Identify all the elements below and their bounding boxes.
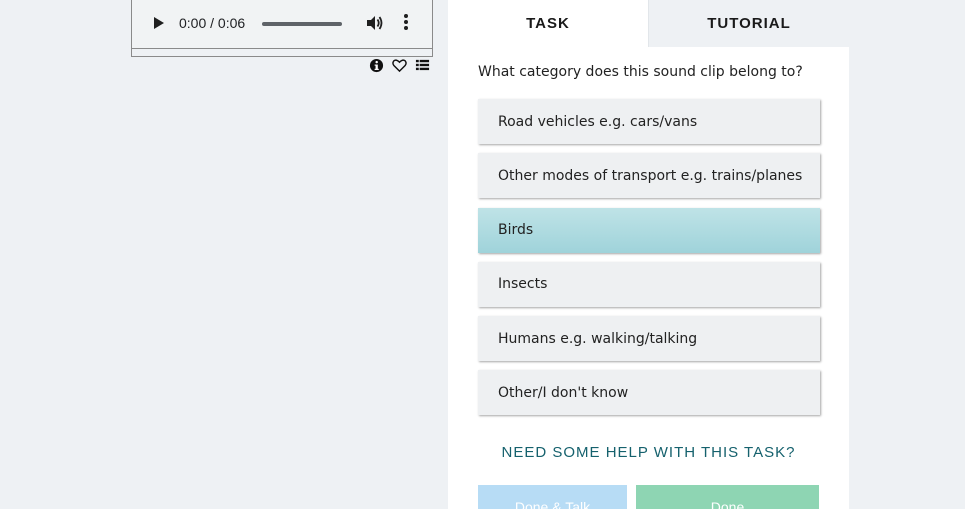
info-icon[interactable] xyxy=(369,58,384,73)
done-button[interactable]: Done xyxy=(636,485,819,509)
audio-player: 0:00 / 0:06 xyxy=(132,0,432,49)
tab-bar: TASK TUTORIAL xyxy=(448,0,849,47)
play-icon[interactable] xyxy=(153,16,165,30)
option-road-vehicles[interactable]: Road vehicles e.g. cars/vans xyxy=(478,99,820,144)
tab-tutorial[interactable]: TUTORIAL xyxy=(648,0,849,47)
audio-time-text: 0:00 / 0:06 xyxy=(179,15,246,31)
heart-icon[interactable] xyxy=(392,58,407,73)
help-link[interactable]: NEED SOME HELP WITH THIS TASK? xyxy=(448,444,849,461)
list-icon[interactable] xyxy=(415,58,430,73)
done-and-talk-button[interactable]: Done & Talk xyxy=(478,485,627,509)
option-birds[interactable]: Birds xyxy=(478,207,820,253)
volume-icon[interactable] xyxy=(365,14,383,32)
option-other-dont-know[interactable]: Other/I don't know xyxy=(478,370,820,416)
audio-time: 0:00 / 0:06 xyxy=(179,15,245,31)
option-other-transport[interactable]: Other modes of transport e.g. trains/pla… xyxy=(478,153,820,199)
tab-task[interactable]: TASK xyxy=(448,0,648,47)
option-insects[interactable]: Insects xyxy=(478,261,820,307)
media-frame: 0:00 / 0:06 xyxy=(131,0,433,57)
more-options-icon[interactable] xyxy=(404,13,408,31)
media-icon-bar xyxy=(369,58,430,73)
audio-seek-bar[interactable] xyxy=(262,22,342,26)
option-humans[interactable]: Humans e.g. walking/talking xyxy=(478,316,820,362)
answer-options: Road vehicles e.g. cars/vans Other modes… xyxy=(478,99,820,425)
task-panel: TASK TUTORIAL What category does this so… xyxy=(448,0,849,509)
task-question: What category does this sound clip belon… xyxy=(478,64,803,80)
